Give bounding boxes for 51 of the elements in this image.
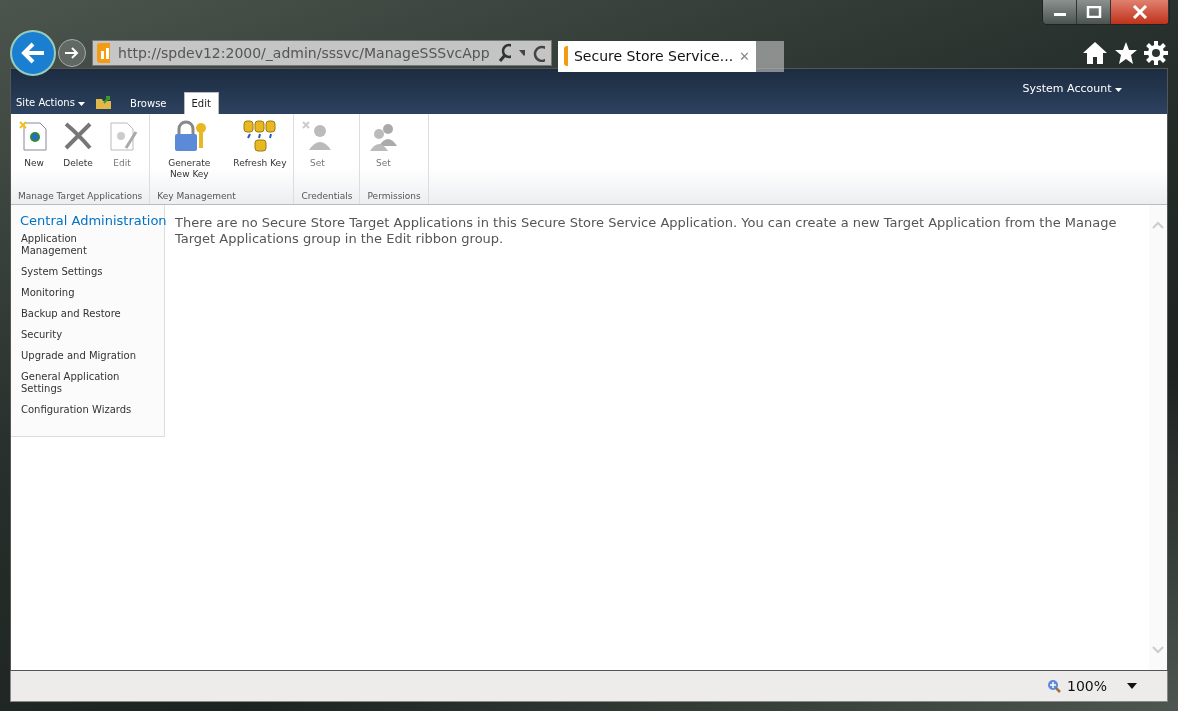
ribbon-group-label: Permissions [366, 190, 422, 203]
message-text: There are no Secure Store Target Applications in this Secure Store Service Application. You can create a new Target Application from the Manage Target Applications group in the Edit ribbon group. [175, 214, 1118, 247]
sidebar-link[interactable]: System Settings [21, 265, 142, 278]
person-icon [301, 119, 334, 152]
sidebar-link[interactable]: Backup and Restore [21, 307, 142, 320]
search-icon[interactable] [497, 43, 511, 63]
dropdown-icon[interactable] [1127, 683, 1137, 690]
ribbon-group-label: Key Management [156, 190, 237, 203]
sidebar-link[interactable]: General Application Settings [21, 370, 142, 395]
ribbon-button[interactable]: Refresh Key [229, 119, 291, 191]
browser-tab[interactable]: Secure Store Service... ✕ [558, 40, 756, 72]
ribbon-tab[interactable]: Browse [123, 92, 174, 114]
caret-icon [1115, 87, 1122, 92]
forward-arrow-icon [64, 46, 80, 60]
url-text: http://spdev12:2000/_admin/sssvc/ManageSSSvcApp [118, 45, 490, 61]
sidebar-link[interactable]: Configuration Wizards [21, 403, 142, 416]
database-icon [241, 119, 278, 152]
document-icon [18, 119, 50, 152]
caret-icon [78, 101, 86, 106]
ribbon-tab[interactable]: Edit [183, 91, 219, 114]
maximize-icon [1085, 6, 1102, 18]
sidebar-link[interactable]: Application Management [21, 232, 142, 257]
ribbon-button[interactable]: Generate New Key [153, 119, 226, 191]
ribbon-group-label: Manage Target Applications [17, 190, 144, 203]
site-actions-menu[interactable]: Site Actions [16, 96, 86, 108]
ribbon-button[interactable]: Delete [58, 119, 98, 191]
address-bar[interactable]: http://spdev12:2000/_admin/sssvc/ManageSSSvcApp [92, 40, 552, 66]
sidebar-link[interactable]: Upgrade and Migration [21, 349, 142, 362]
ribbon-button[interactable]: New [14, 119, 54, 191]
back-arrow-icon [20, 42, 46, 64]
minimize-button[interactable] [1043, 0, 1077, 24]
home-icon[interactable] [1082, 41, 1108, 65]
refresh-icon[interactable] [533, 44, 545, 62]
new-tab-button[interactable] [756, 40, 784, 72]
settings-icon[interactable] [1144, 41, 1168, 65]
zoom-level[interactable]: 100% [1066, 678, 1107, 695]
sidebar-heading-link[interactable]: Central Administration [20, 212, 164, 228]
back-button[interactable] [10, 30, 56, 76]
maximize-button[interactable] [1077, 0, 1111, 24]
tab-title: Secure Store Service... [573, 48, 734, 64]
sidebar-link[interactable]: Monitoring [21, 286, 142, 299]
forward-button[interactable] [58, 39, 86, 67]
ribbon-group-label: Credentials [300, 190, 354, 203]
close-button[interactable] [1111, 0, 1169, 24]
zoom-icon [1046, 679, 1061, 694]
site-icon [97, 43, 111, 63]
star-icon[interactable] [1114, 41, 1138, 65]
folder-icon[interactable] [95, 94, 114, 110]
tab-close-button[interactable]: ✕ [739, 48, 750, 64]
sidebar-link[interactable]: Security [21, 328, 142, 341]
site-icon [564, 46, 568, 66]
